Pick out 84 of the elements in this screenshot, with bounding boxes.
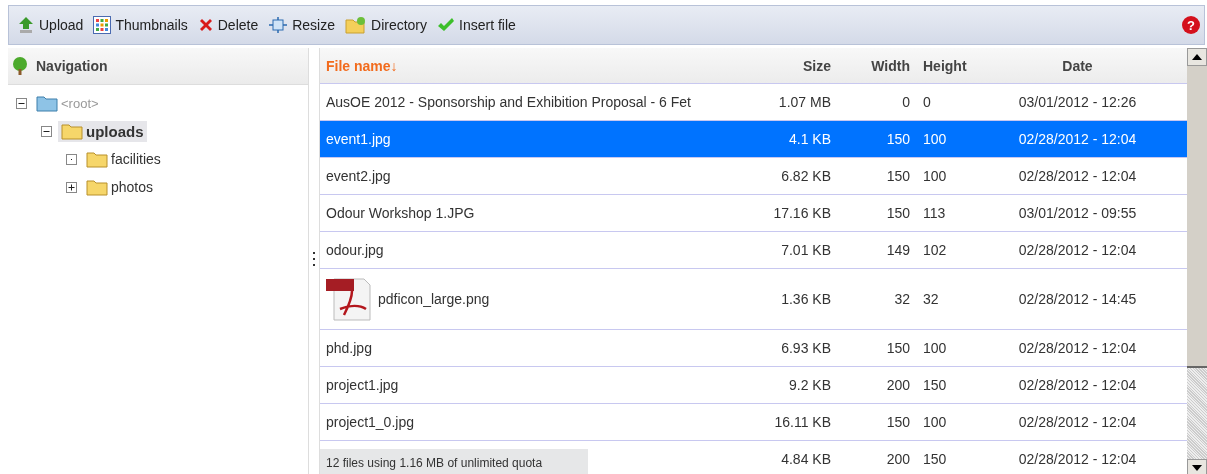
size-cell-text: 7.01 KB: [780, 242, 831, 258]
tree-icon: [10, 56, 30, 76]
date-cell-text: 03/01/2012 - 12:26: [1017, 94, 1138, 110]
scroll-down-icon[interactable]: [1187, 459, 1207, 474]
column-header[interactable]: Date: [974, 57, 1187, 74]
pdf-file-icon: [326, 277, 372, 321]
file-row[interactable]: event1.jpg 4.1 KB 150 100 02/28/2012 - 12:04: [320, 121, 1187, 158]
toolbar-button[interactable]: Directory: [341, 10, 432, 40]
height-cell-text: 113: [922, 205, 947, 221]
width-cell-text: 150: [885, 168, 910, 184]
width-cell-text: 150: [885, 205, 910, 221]
toolbar-button[interactable]: Thumbnails: [89, 10, 192, 40]
width-cell-text: 150: [885, 340, 910, 356]
size-cell-text: 9.2 KB: [787, 377, 831, 393]
file-name: odour.jpg: [326, 242, 384, 258]
expand-icon[interactable]: [66, 181, 77, 193]
height-cell-text: 150: [922, 377, 948, 393]
size-cell-text: 1.36 KB: [780, 291, 831, 307]
height-cell-text: 32: [922, 291, 940, 307]
width-cell-text: 0: [901, 94, 910, 110]
checkmark-icon: [437, 17, 456, 33]
size-cell-text: 17.16 KB: [772, 205, 831, 221]
size-cell-text: 4.84 KB: [780, 451, 831, 467]
resize-icon: [268, 17, 289, 33]
toolbar-button[interactable]: Delete: [193, 10, 263, 40]
date-cell-text: 02/28/2012 - 12:04: [1017, 168, 1138, 184]
height-cell-text: 100: [922, 168, 948, 184]
folder-icon: [86, 178, 108, 196]
grid-icon: [93, 16, 112, 34]
date-cell-text: 02/28/2012 - 12:04: [1017, 340, 1138, 356]
width-cell-text: 200: [885, 377, 910, 393]
width-cell-text: 200: [885, 451, 910, 467]
file-name: event1.jpg: [326, 131, 391, 147]
file-name: event2.jpg: [326, 168, 391, 184]
collapse-icon[interactable]: [16, 97, 27, 109]
height-cell-text: 150: [922, 451, 948, 467]
height-cell-text: 100: [922, 414, 948, 430]
scrollbar[interactable]: [1187, 48, 1207, 474]
empty-node-icon[interactable]: [66, 153, 77, 165]
date-cell-text: 02/28/2012 - 12:04: [1017, 377, 1138, 393]
date-cell-text: 02/28/2012 - 12:04: [1017, 131, 1138, 147]
size-cell-text: 16.11 KB: [773, 414, 831, 430]
size-cell-text: 1.07 MB: [777, 94, 831, 110]
tree-item[interactable]: photos: [83, 176, 157, 198]
column-header[interactable]: Size: [740, 57, 831, 74]
folder-icon: [86, 150, 108, 168]
size-cell-text: 4.1 KB: [787, 131, 831, 147]
file-name: Odour Workshop 1.JPG: [326, 205, 475, 221]
file-name: AusOE 2012 - Sponsorship and Exhibition Proposal - 6 Fet: [326, 94, 691, 110]
scroll-up-icon[interactable]: [1187, 48, 1207, 66]
collapse-icon[interactable]: [41, 125, 52, 137]
navigation-title: Navigation: [36, 58, 108, 74]
size-cell-text: 6.93 KB: [780, 340, 831, 356]
tree-item[interactable]: facilities: [83, 148, 164, 170]
width-cell-text: 149: [885, 242, 910, 258]
height-cell-text: 100: [922, 131, 948, 147]
toolbar-button[interactable]: Upload: [13, 10, 88, 40]
height-cell-text: 100: [922, 340, 948, 356]
toolbar-button[interactable]: Insert file: [433, 10, 520, 40]
file-name: phd.jpg: [326, 340, 372, 356]
folder-icon: [61, 122, 83, 140]
upload-icon: [17, 16, 35, 34]
date-cell-text: 02/28/2012 - 12:04: [1017, 451, 1138, 467]
help-button[interactable]: ?: [1182, 16, 1200, 34]
width-cell-text: 32: [893, 291, 910, 307]
date-cell-text: 03/01/2012 - 09:55: [1017, 205, 1138, 221]
column-header[interactable]: Width: [831, 57, 910, 74]
file-name: project1_0.jpg: [326, 414, 414, 430]
date-cell-text: 02/28/2012 - 12:04: [1017, 242, 1138, 258]
size-cell-text: 6.82 KB: [780, 168, 831, 184]
file-name: project1.jpg: [326, 377, 399, 393]
drive-folder-icon: [36, 94, 58, 112]
folder-icon: [345, 16, 367, 34]
width-cell-text: 150: [885, 131, 910, 147]
file-name: pdficon_large.png: [378, 291, 490, 307]
status-text: 12 files using 1.16 MB of unlimited quota: [320, 449, 588, 474]
date-cell-text: 02/28/2012 - 14:45: [1017, 291, 1138, 307]
height-cell-text: 102: [922, 242, 948, 258]
toolbar-button[interactable]: Resize: [264, 10, 339, 40]
tree-item[interactable]: uploads: [58, 120, 147, 142]
width-cell-text: 150: [885, 414, 910, 430]
height-cell-text: 0: [922, 94, 932, 110]
date-cell-text: 02/28/2012 - 12:04: [1017, 414, 1138, 430]
column-header[interactable]: Height: [910, 57, 974, 74]
